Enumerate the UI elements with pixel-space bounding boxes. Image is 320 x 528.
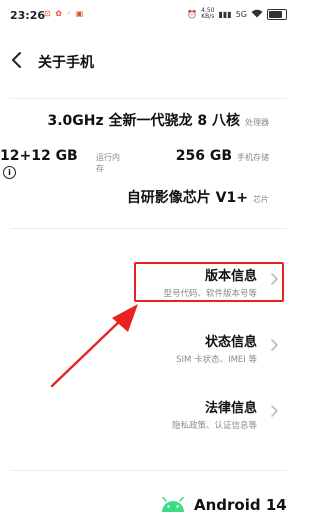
battery-icon — [267, 8, 287, 20]
info-icon[interactable]: i — [3, 166, 16, 179]
processor-tag: 处理器 — [245, 118, 269, 127]
processor-value: 3.0GHz 全新一代骁龙 8 八核 — [47, 113, 240, 129]
divider — [10, 228, 287, 229]
spec-chip: 自研影像芯片 V1+ 芯片 — [127, 187, 269, 207]
ram-tag: 运行内存 — [95, 153, 120, 173]
spec-storage: 256 GB 手机存储 — [176, 148, 269, 164]
page-title: 关于手机 — [38, 55, 94, 71]
divider — [10, 98, 287, 99]
chip-tag: 芯片 — [253, 195, 269, 204]
network-type: 5G — [235, 9, 247, 19]
net-speed: 4.50 KB/s — [201, 8, 214, 20]
status-time: 23:26 — [10, 9, 46, 22]
chevron-right-icon — [271, 339, 278, 351]
status-bar: 23:26 ⊡ ✿ ◦ ▣ ⏰ 4.50 KB/s ▮▮▮ 5G — [0, 0, 297, 30]
ram-value-text: 12+12 GB — [0, 148, 78, 164]
legal-info-title: 法律信息 — [204, 401, 257, 416]
highlight-box — [134, 262, 284, 302]
spec-ram: 12+12 GB i 运行内存 — [0, 148, 127, 180]
menu-item-status-info[interactable]: 状态信息 SIM 卡状态、IMEI 等 — [79, 331, 279, 365]
menu-item-legal-info[interactable]: 法律信息 隐私政策、认证信息等 — [79, 397, 279, 431]
android-version-label: Android 14 — [194, 496, 287, 514]
status-info-title: 状态信息 — [204, 335, 257, 350]
divider — [10, 470, 287, 471]
status-info-subtitle: SIM 卡状态、IMEI 等 — [176, 355, 257, 365]
legal-info-subtitle: 隐私政策、认证信息等 — [171, 421, 257, 431]
status-right-group: ⏰ 4.50 KB/s ▮▮▮ 5G — [187, 8, 287, 20]
android-version: Android 14 — [160, 496, 287, 514]
back-arrow-icon[interactable] — [10, 50, 28, 70]
alarm-icon: ⏰ — [187, 9, 198, 19]
chevron-right-icon — [271, 405, 278, 417]
wifi-icon — [251, 9, 263, 20]
chip-value: 自研影像芯片 V1+ — [126, 190, 248, 206]
ram-value: 12+12 GB i — [0, 148, 91, 180]
net-speed-unit: KB/s — [201, 13, 215, 20]
nav-bar: 关于手机 — [0, 46, 297, 76]
notification-icons: ⊡ ✿ ◦ ▣ — [44, 9, 85, 18]
spec-processor: 3.0GHz 全新一代骁龙 8 八核 处理器 — [47, 110, 269, 130]
signal-icon: ▮▮▮ — [218, 9, 232, 19]
battery-fill — [269, 10, 282, 18]
storage-value: 256 GB — [175, 148, 232, 164]
android-logo-icon — [162, 497, 184, 512]
storage-tag: 手机存储 — [237, 153, 269, 162]
